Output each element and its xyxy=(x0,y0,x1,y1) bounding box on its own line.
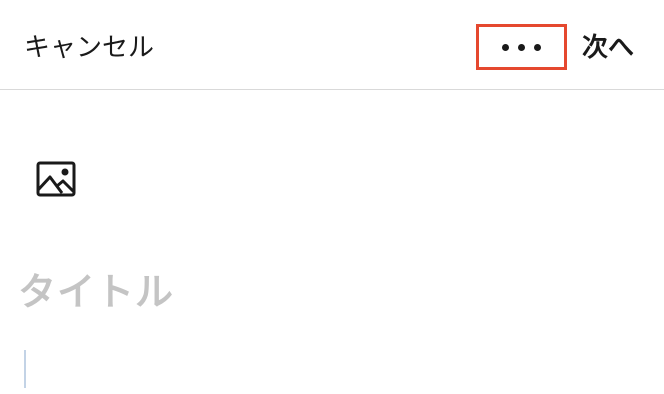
more-dot xyxy=(518,43,525,51)
more-dot xyxy=(502,43,509,51)
more-options-button[interactable] xyxy=(476,24,567,70)
top-navigation-bar: キャンセル 次へ xyxy=(0,0,664,90)
text-caret xyxy=(24,350,26,388)
title-input[interactable]: タイトル xyxy=(18,266,174,318)
next-button[interactable]: 次へ xyxy=(582,30,634,66)
image-icon-graphic xyxy=(36,161,76,197)
more-dot xyxy=(534,43,541,51)
image-icon[interactable] xyxy=(36,160,76,198)
cancel-button[interactable]: キャンセル xyxy=(24,30,154,66)
